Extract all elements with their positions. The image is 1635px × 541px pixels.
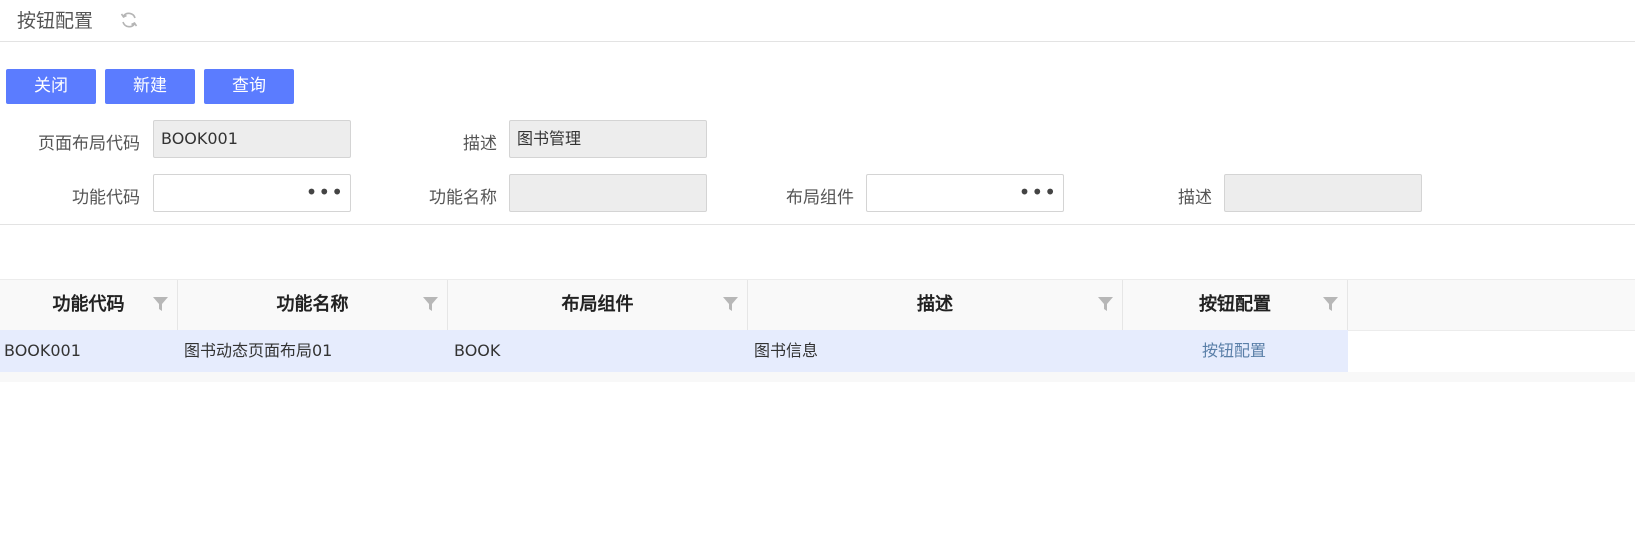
- column-header-function-name[interactable]: 功能名称: [178, 280, 448, 330]
- refresh-icon[interactable]: [119, 10, 139, 30]
- layout-component-input[interactable]: •••: [866, 174, 1064, 212]
- more-icon[interactable]: •••: [306, 175, 344, 209]
- description-value: 图书管理: [517, 129, 582, 148]
- page-title: 按钮配置: [17, 10, 94, 32]
- new-button[interactable]: 新建: [105, 69, 195, 104]
- filter-icon[interactable]: [1098, 297, 1113, 311]
- table-body-filler: [0, 372, 1635, 382]
- more-icon[interactable]: •••: [1019, 175, 1057, 209]
- cell-description: 图书信息: [754, 341, 819, 360]
- filter-icon[interactable]: [723, 297, 738, 311]
- description-field-2: [1224, 174, 1422, 212]
- description-label: 描述: [463, 134, 497, 154]
- cell-layout-component: BOOK: [454, 341, 501, 360]
- table-header: 功能代码 功能名称 布局组件 描述 按钮配置: [0, 279, 1635, 331]
- column-header-layout-component[interactable]: 布局组件: [448, 280, 748, 330]
- description-label-2: 描述: [1178, 188, 1212, 208]
- function-code-input[interactable]: •••: [153, 174, 351, 212]
- layout-code-label: 页面布局代码: [38, 134, 140, 154]
- description-field: 图书管理: [509, 120, 707, 158]
- function-code-label: 功能代码: [72, 188, 140, 208]
- cell-function-name: 图书动态页面布局01: [184, 341, 333, 360]
- function-name-field: [509, 174, 707, 212]
- title-bar: 按钮配置: [0, 0, 1635, 42]
- column-header-button-config[interactable]: 按钮配置: [1123, 280, 1348, 330]
- column-header-function-code[interactable]: 功能代码: [0, 280, 178, 330]
- divider: [0, 224, 1635, 225]
- cell-function-code: BOOK001: [4, 341, 81, 360]
- layout-code-value: BOOK001: [161, 129, 238, 148]
- layout-code-field: BOOK001: [153, 120, 351, 158]
- filter-icon[interactable]: [423, 297, 438, 311]
- table-row[interactable]: BOOK001 图书动态页面布局01 BOOK 图书信息 按钮配置: [0, 330, 1348, 372]
- filter-icon[interactable]: [1323, 297, 1338, 311]
- close-button[interactable]: 关闭: [6, 69, 96, 104]
- filter-icon[interactable]: [153, 297, 168, 311]
- function-name-label: 功能名称: [429, 188, 497, 208]
- layout-component-label: 布局组件: [786, 188, 854, 208]
- button-config-link[interactable]: 按钮配置: [1202, 330, 1266, 372]
- query-button[interactable]: 查询: [204, 69, 294, 104]
- column-header-description[interactable]: 描述: [748, 280, 1123, 330]
